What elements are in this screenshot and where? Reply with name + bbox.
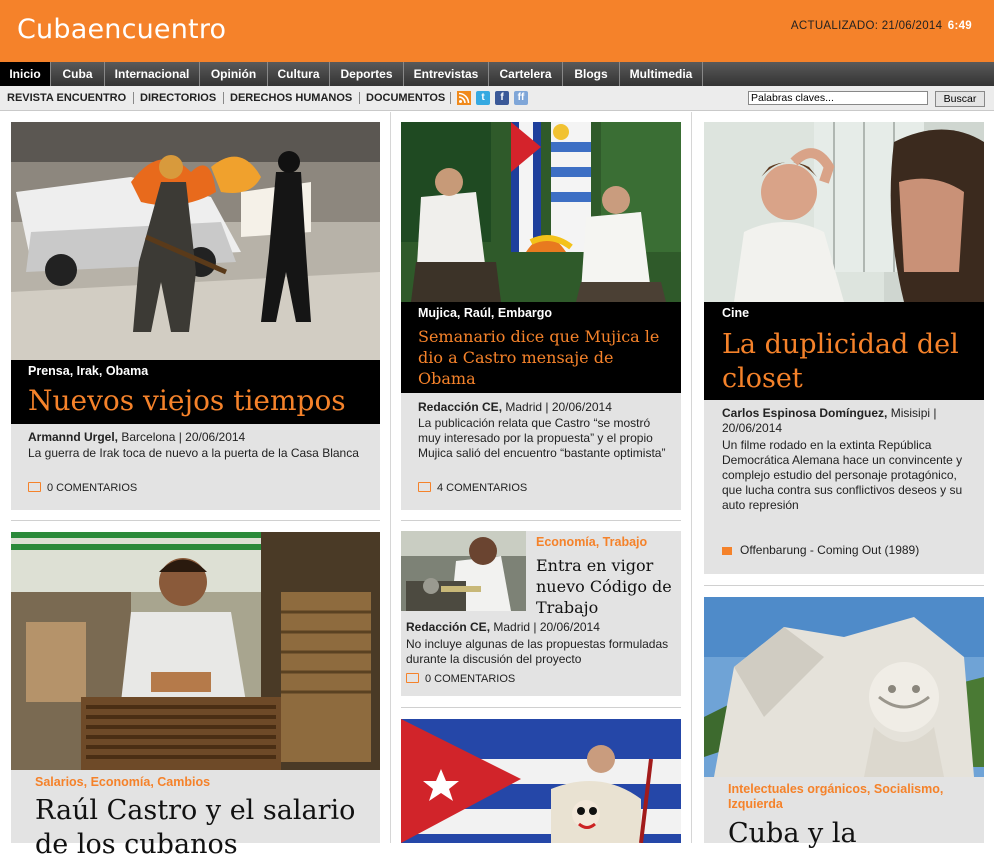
friendfeed-icon[interactable]: ff — [514, 91, 528, 105]
nav-blogs[interactable]: Blogs — [563, 62, 620, 86]
facebook-icon[interactable]: f — [495, 91, 509, 105]
article-tags[interactable]: Cine — [722, 306, 749, 320]
updated-time: 6:49 — [947, 20, 972, 32]
article-headline[interactable]: Entra en vigor nuevo Código de Trabajo — [536, 555, 676, 618]
nav-entrevistas[interactable]: Entrevistas — [404, 62, 489, 86]
article-image-workshop[interactable] — [401, 531, 526, 611]
comments-link[interactable]: 4 COMENTARIOS — [418, 482, 527, 494]
nav-multimedia[interactable]: Multimedia — [620, 62, 703, 86]
article-image-cuban-flag[interactable] — [401, 719, 681, 843]
video-link[interactable]: Offenbarung - Coming Out (1989) — [722, 543, 919, 557]
updated-label: ACTUALIZADO: 21/06/2014 — [790, 20, 943, 32]
search-input[interactable] — [748, 91, 928, 105]
row-divider — [704, 585, 984, 586]
row-divider — [401, 707, 681, 708]
subnav-divider — [223, 92, 224, 104]
article-card: Armannd Urgel, Barcelona | 20/06/2014 La… — [11, 424, 380, 510]
article-place-date: Barcelona | 20/06/2014 — [118, 430, 246, 444]
comments-count: 4 COMENTARIOS — [437, 482, 528, 494]
article-image-cigar-factory[interactable] — [11, 532, 380, 770]
comment-icon — [28, 482, 41, 492]
article-card: Salarios, Economía, Cambios Raúl Castro … — [11, 770, 380, 860]
article-headline[interactable]: La duplicidad del closet — [722, 328, 980, 396]
site-logo[interactable]: Cubaencuentro — [17, 14, 226, 45]
subnav-documentos[interactable]: DOCUMENTOS — [366, 86, 445, 110]
comment-icon — [418, 482, 431, 492]
article-byline: Carlos Espinosa Domínguez, Misisipi | 20… — [722, 406, 972, 436]
subnav-revista-encuentro[interactable]: REVISTA ENCUENTRO — [7, 86, 126, 110]
row-divider — [401, 520, 681, 521]
article-place-date: Madrid | 20/06/2014 — [502, 400, 612, 414]
article-summary: La publicación relata que Castro “se mos… — [418, 416, 666, 460]
nav-opinion[interactable]: Opinión — [200, 62, 268, 86]
comments-link[interactable]: 0 COMENTARIOS — [406, 673, 515, 685]
article-author[interactable]: Redacción CE, — [418, 400, 502, 414]
row-divider — [11, 520, 380, 521]
article-headline[interactable]: Raúl Castro y el salario de los cubanos — [35, 794, 375, 862]
article-byline: Redacción CE, Madrid | 20/06/2014 — [418, 400, 612, 414]
article-byline: Redacción CE, Madrid | 20/06/2014 — [406, 620, 600, 634]
article-band: Cine La duplicidad del closet — [704, 302, 984, 400]
twitter-icon[interactable]: t — [476, 91, 490, 105]
video-title: Offenbarung - Coming Out (1989) — [740, 543, 920, 557]
article-image-lenin-monument[interactable] — [704, 597, 984, 777]
article-tags[interactable]: Salarios, Economía, Cambios — [35, 775, 210, 789]
article-tags[interactable]: Prensa, Irak, Obama — [28, 364, 148, 378]
comment-icon — [406, 673, 419, 683]
main-nav: Inicio Cuba Internacional Opinión Cultur… — [0, 62, 994, 86]
nav-cultura[interactable]: Cultura — [268, 62, 330, 86]
column-divider — [390, 112, 391, 843]
nav-cuba[interactable]: Cuba — [51, 62, 105, 86]
article-place-date: Madrid | 20/06/2014 — [490, 620, 600, 634]
article-headline[interactable]: Nuevos viejos tiempos — [28, 385, 346, 417]
article-summary: No incluye algunas de las propuestas for… — [406, 637, 669, 666]
subnav-divider — [133, 92, 134, 104]
article-summary: La guerra de Irak toca de nuevo a la pue… — [28, 446, 359, 460]
video-icon — [722, 547, 732, 555]
last-updated: ACTUALIZADO: 21/06/2014 6:49 — [791, 20, 972, 32]
comments-count: 0 COMENTARIOS — [425, 673, 516, 685]
subnav-divider — [359, 92, 360, 104]
article-summary: Un filme rodado en la extinta República … — [722, 438, 963, 512]
nav-internacional[interactable]: Internacional — [105, 62, 200, 86]
article-card: Intelectuales orgánicos, Socialismo, Izq… — [704, 777, 984, 849]
article-tags[interactable]: Economía, Trabajo — [536, 535, 647, 549]
subnav-directorios[interactable]: DIRECTORIOS — [140, 86, 216, 110]
article-image-mujica-castro[interactable] — [401, 122, 681, 302]
subnav-divider — [450, 92, 451, 104]
article-image-closet[interactable] — [704, 122, 984, 302]
article-tags[interactable]: Mujica, Raúl, Embargo — [418, 306, 552, 320]
nav-inicio[interactable]: Inicio — [0, 62, 51, 86]
nav-cartelera[interactable]: Cartelera — [489, 62, 563, 86]
article-headline[interactable]: Semanario dice que Mujica le dio a Castr… — [418, 326, 676, 389]
article-band: Prensa, Irak, Obama Nuevos viejos tiempo… — [11, 360, 380, 424]
column-divider — [691, 112, 692, 843]
comments-count: 0 COMENTARIOS — [47, 482, 138, 494]
article-author[interactable]: Carlos Espinosa Domínguez, — [722, 406, 887, 420]
search-button[interactable]: Buscar — [935, 91, 985, 107]
article-author[interactable]: Armannd Urgel, — [28, 430, 118, 444]
article-image-iraq[interactable] — [11, 122, 380, 360]
nav-deportes[interactable]: Deportes — [330, 62, 404, 86]
comments-link[interactable]: 0 COMENTARIOS — [28, 482, 137, 494]
article-band: Mujica, Raúl, Embargo Semanario dice que… — [401, 302, 681, 393]
article-headline[interactable]: Cuba y la — [728, 817, 978, 851]
article-author[interactable]: Redacción CE, — [406, 620, 490, 634]
article-card: Economía, Trabajo Entra en vigor nuevo C… — [401, 531, 681, 696]
article-card: Carlos Espinosa Domínguez, Misisipi | 20… — [704, 400, 984, 574]
article-byline: Armannd Urgel, Barcelona | 20/06/2014 — [28, 430, 245, 444]
rss-icon[interactable] — [457, 91, 471, 105]
article-tags[interactable]: Intelectuales orgánicos, Socialismo, Izq… — [728, 782, 978, 812]
subnav-derechos-humanos[interactable]: DERECHOS HUMANOS — [230, 86, 352, 110]
site-header: Cubaencuentro ACTUALIZADO: 21/06/2014 6:… — [0, 0, 994, 62]
article-card: Redacción CE, Madrid | 20/06/2014 La pub… — [401, 393, 681, 510]
